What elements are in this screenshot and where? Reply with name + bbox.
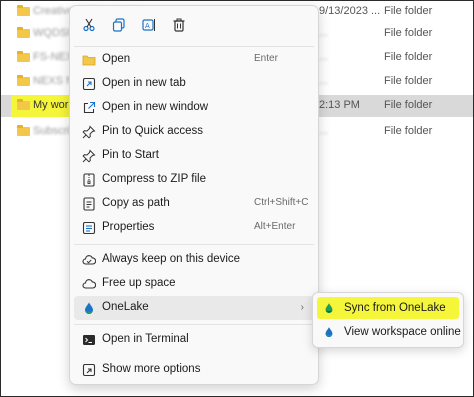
menu-item-label: Open (102, 53, 131, 65)
menu-divider (74, 324, 314, 325)
menu-item-label: Open in new tab (102, 77, 186, 89)
folder-icon (17, 5, 30, 16)
file-type: File folder (384, 125, 433, 137)
onelake-icon (82, 301, 96, 315)
copy-icon[interactable] (110, 16, 128, 34)
folder-icon (17, 75, 30, 86)
submenu-item-label: Sync from OneLake (344, 302, 446, 314)
menu-item-label: Properties (102, 221, 155, 233)
folder-open-icon (82, 53, 96, 67)
menu-item-properties[interactable]: Properties Alt+Enter (74, 216, 314, 240)
menu-item-label: Pin to Start (102, 149, 159, 161)
file-type: File folder (384, 51, 433, 63)
pin-icon (82, 149, 96, 163)
trash-icon[interactable] (170, 16, 188, 34)
menu-item-pin-start[interactable]: Pin to Start (74, 144, 314, 168)
menu-item-label: Open in Terminal (102, 333, 189, 345)
menu-item-label: Always keep on this device (102, 253, 241, 265)
menu-item-pin-quick-access[interactable]: Pin to Quick access (74, 120, 314, 144)
onelake-icon (323, 302, 335, 314)
rename-icon[interactable]: A (140, 16, 158, 34)
folder-icon (17, 51, 30, 62)
menu-item-label: Compress to ZIP file (102, 173, 206, 185)
menu-item-open-new-window[interactable]: Open in new window (74, 96, 314, 120)
menu-item-open[interactable]: Open Enter (74, 48, 314, 72)
menu-item-shortcut: Enter (254, 53, 278, 64)
terminal-icon (82, 333, 96, 347)
file-date: ... (319, 27, 329, 39)
menu-item-label: OneLake (102, 301, 149, 313)
menu-item-label: Copy as path (102, 197, 170, 209)
onelake-icon (323, 326, 335, 338)
file-date: ... (319, 75, 329, 87)
menu-item-always-keep[interactable]: Always keep on this device (74, 248, 314, 272)
svg-text:A: A (145, 22, 150, 30)
menu-item-shortcut: Alt+Enter (254, 221, 296, 232)
menu-divider (74, 46, 314, 47)
context-menu: A Open Enter Open in new tab Open in new (69, 5, 319, 385)
menu-divider (74, 244, 314, 245)
folder-icon (17, 27, 30, 38)
menu-item-label: Show more options (102, 363, 201, 375)
menu-item-show-more[interactable]: Show more options (74, 358, 314, 382)
menu-item-copy-path[interactable]: Copy as path Ctrl+Shift+C (74, 192, 314, 216)
folder-icon (17, 125, 30, 136)
submenu-item-label: View workspace online (344, 326, 461, 338)
zip-icon (82, 173, 96, 187)
properties-icon (82, 221, 96, 235)
file-date: ... (319, 51, 329, 63)
cloud-check-icon (82, 253, 97, 267)
menu-item-label: Free up space (102, 277, 176, 289)
file-date: 9/13/2023 ... (319, 5, 381, 17)
open-new-window-icon (82, 101, 96, 115)
menu-item-free-up-space[interactable]: Free up space (74, 272, 314, 296)
copy-path-icon (82, 197, 96, 211)
file-type: File folder (384, 27, 433, 39)
scissors-icon[interactable] (80, 16, 98, 34)
file-type: File folder (384, 5, 433, 17)
cloud-icon (82, 277, 97, 291)
onelake-submenu: Sync from OneLake View workspace online (312, 292, 464, 348)
show-more-icon (82, 363, 96, 377)
submenu-item-sync[interactable]: Sync from OneLake (317, 297, 459, 319)
folder-icon (17, 99, 30, 110)
menu-item-open-new-tab[interactable]: Open in new tab (74, 72, 314, 96)
file-type: File folder (384, 75, 433, 87)
pin-icon (82, 125, 96, 139)
menu-item-compress-zip[interactable]: Compress to ZIP file (74, 168, 314, 192)
menu-item-open-terminal[interactable]: Open in Terminal (74, 328, 314, 352)
file-date: ... (319, 125, 329, 137)
file-type: File folder (384, 99, 433, 111)
open-new-tab-icon (82, 77, 96, 91)
file-date: 2:13 PM (319, 99, 360, 111)
menu-item-shortcut: Ctrl+Shift+C (254, 197, 309, 208)
menu-item-label: Pin to Quick access (102, 125, 203, 137)
menu-item-onelake[interactable]: OneLake › (74, 296, 314, 320)
chevron-right-icon: › (300, 302, 304, 313)
menu-item-label: Open in new window (102, 101, 209, 113)
explorer-window: Creative-DEGen2WS 9/13/2023 ... File fol… (0, 0, 474, 397)
menu-toolbar: A (70, 6, 318, 44)
submenu-item-view-online[interactable]: View workspace online (317, 321, 461, 343)
